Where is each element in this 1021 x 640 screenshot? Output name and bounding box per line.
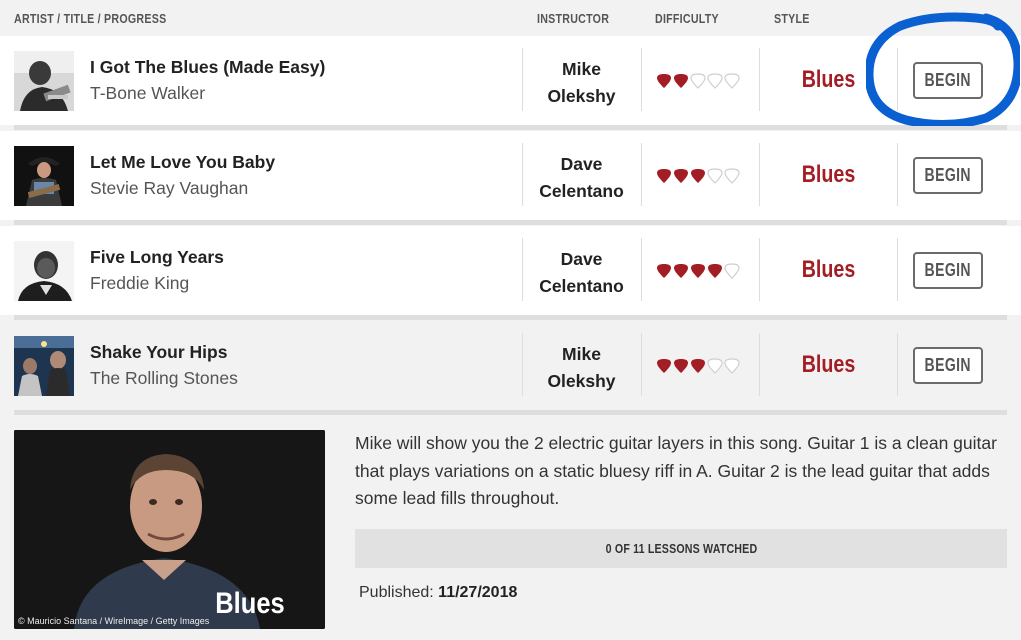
difficulty-rating [656, 168, 740, 184]
column-divider [897, 238, 898, 301]
column-divider [759, 333, 760, 396]
instructor-first-name: Dave [560, 154, 603, 174]
begin-button-label: BEGIN [924, 355, 972, 375]
published-value: 11/27/2018 [438, 584, 518, 601]
begin-button[interactable]: BEGIN [913, 157, 983, 194]
guitar-pick-filled-icon [657, 264, 671, 278]
song-title[interactable]: I Got The Blues (Made Easy) [90, 57, 325, 78]
instructor-first-name: Mike [562, 59, 601, 79]
instructor-last-name: Celentano [539, 276, 624, 296]
lesson-video-thumbnail[interactable]: Blues © Mauricio Santana / WireImage / G… [14, 430, 325, 629]
column-divider [897, 143, 898, 206]
instructor-last-name: Olekshy [547, 371, 616, 391]
header-difficulty: DIFFICULTY [655, 11, 719, 26]
guitar-pick-filled-icon [708, 264, 722, 278]
guitar-pick-empty-icon [707, 358, 723, 374]
artist-thumbnail [14, 51, 74, 111]
instructor: Mike Olekshy [522, 56, 641, 110]
artist-name: Freddie King [90, 273, 190, 293]
begin-button[interactable]: BEGIN [913, 62, 983, 99]
guitar-pick-empty-icon [707, 168, 723, 184]
guitar-pick-filled-icon [691, 264, 705, 278]
style-label: Blues [801, 66, 856, 93]
guitar-pick-empty-icon [724, 73, 740, 89]
artist-name: Stevie Ray Vaughan [90, 178, 249, 198]
column-divider [641, 238, 642, 301]
instructor-last-name: Olekshy [547, 86, 616, 106]
song-title[interactable]: Let Me Love You Baby [90, 152, 275, 173]
artist-name: T-Bone Walker [90, 83, 206, 103]
guitar-pick-empty-icon [724, 358, 740, 374]
guitar-pick-empty-icon [707, 73, 723, 89]
lesson-description: Mike will show you the 2 electric guitar… [355, 433, 997, 508]
instructor: Dave Celentano [522, 151, 641, 205]
row-separator [14, 410, 1007, 415]
column-divider [641, 333, 642, 396]
instructor-first-name: Mike [562, 344, 601, 364]
guitar-pick-filled-icon [691, 169, 705, 183]
instructor-last-name: Celentano [539, 181, 624, 201]
begin-button[interactable]: BEGIN [913, 347, 983, 384]
guitar-pick-filled-icon [674, 74, 688, 88]
style-label: Blues [801, 256, 856, 283]
video-style-label: Blues [215, 587, 285, 620]
begin-button-label: BEGIN [924, 165, 972, 185]
guitar-pick-filled-icon [674, 359, 688, 373]
published-date: Published: 11/27/2018 [359, 584, 517, 602]
lesson-progress-text: 0 OF 11 LESSONS WATCHED [605, 541, 757, 556]
guitar-pick-filled-icon [657, 74, 671, 88]
column-divider [897, 333, 898, 396]
guitar-pick-filled-icon [657, 359, 671, 373]
column-divider [641, 143, 642, 206]
style-label: Blues [801, 351, 856, 378]
column-divider [641, 48, 642, 111]
list-header: ARTIST / TITLE / PROGRESS INSTRUCTOR DIF… [0, 0, 1021, 36]
song-title[interactable]: Five Long Years [90, 247, 224, 268]
column-divider [759, 238, 760, 301]
published-label: Published: [359, 584, 434, 601]
song-row[interactable]: Shake Your Hips The Rolling Stones Mike … [0, 321, 1021, 410]
begin-button-label: BEGIN [924, 70, 972, 90]
song-row[interactable]: Let Me Love You Baby Stevie Ray Vaughan … [0, 131, 1021, 220]
header-instructor: INSTRUCTOR [537, 11, 610, 26]
song-row[interactable]: I Got The Blues (Made Easy) T-Bone Walke… [0, 36, 1021, 125]
difficulty-rating [656, 263, 740, 279]
column-divider [897, 48, 898, 111]
artist-thumbnail [14, 241, 74, 301]
row-separator [14, 125, 1007, 130]
guitar-pick-filled-icon [674, 264, 688, 278]
guitar-pick-filled-icon [657, 169, 671, 183]
style-label: Blues [801, 161, 856, 188]
guitar-pick-empty-icon [724, 168, 740, 184]
artist-thumbnail [14, 336, 74, 396]
artist-name: The Rolling Stones [90, 368, 238, 388]
artist-thumbnail [14, 146, 74, 206]
column-divider [759, 143, 760, 206]
difficulty-rating [656, 358, 740, 374]
column-divider [759, 48, 760, 111]
instructor: Mike Olekshy [522, 341, 641, 395]
instructor: Dave Celentano [522, 246, 641, 300]
begin-button[interactable]: BEGIN [913, 252, 983, 289]
lesson-progress-bar: 0 OF 11 LESSONS WATCHED [355, 529, 1007, 568]
difficulty-rating [656, 73, 740, 89]
header-artist-title-progress: ARTIST / TITLE / PROGRESS [14, 11, 167, 26]
row-separator [14, 220, 1007, 225]
guitar-pick-filled-icon [691, 359, 705, 373]
guitar-pick-filled-icon [674, 169, 688, 183]
song-title[interactable]: Shake Your Hips [90, 342, 227, 363]
begin-button-label: BEGIN [924, 260, 972, 280]
guitar-pick-empty-icon [690, 73, 706, 89]
row-separator [14, 315, 1007, 320]
photo-credit: © Mauricio Santana / WireImage / Getty I… [18, 616, 210, 626]
header-style: STYLE [774, 11, 810, 26]
guitar-pick-empty-icon [724, 263, 740, 279]
instructor-first-name: Dave [560, 249, 603, 269]
song-row[interactable]: Five Long Years Freddie King Dave Celent… [0, 226, 1021, 315]
